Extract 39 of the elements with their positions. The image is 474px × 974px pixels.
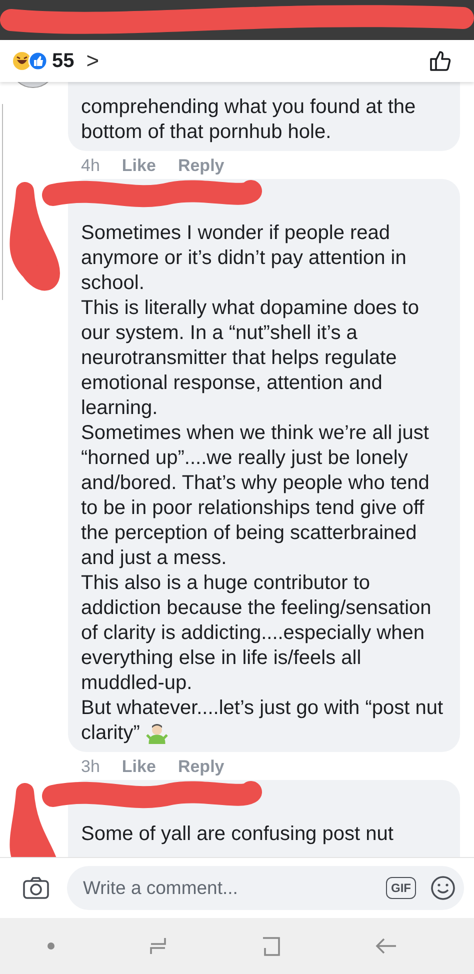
comment-text: anymore or it’s didn’t pay attention in: [81, 246, 406, 271]
like-reaction-icon: [28, 51, 48, 71]
comment-text: and/bored. That’s why people who tend: [81, 471, 430, 496]
comment-text: Some of yall are confusing post nut: [81, 822, 394, 847]
comment-text: clarity”: [81, 721, 140, 746]
comment-text: bottom of that pornhub hole.: [81, 120, 332, 145]
chevron-icon[interactable]: >: [86, 48, 100, 74]
comment-time: 3h: [81, 757, 100, 777]
dot-icon[interactable]: [46, 942, 54, 950]
comment-text: Sometimes I wonder if people read: [81, 221, 390, 246]
comment-text: addiction because the feeling/sensation: [81, 596, 432, 621]
comment-text: school.: [81, 271, 144, 296]
comment-input-field[interactable]: Write a comment... GIF: [67, 866, 464, 910]
comment-text: This is literally what dopamine does to: [81, 296, 419, 321]
comment-text: emotional response, attention and: [81, 371, 382, 396]
back-icon[interactable]: [374, 936, 398, 956]
shrugging-person-icon: [146, 723, 168, 744]
comment-text: our system. In a “nut”shell it’s a: [81, 321, 358, 346]
comment-text: This also is a huge contributor to: [81, 571, 370, 596]
comment-text: neurotransmitter that helps regulate: [81, 346, 397, 371]
gif-button[interactable]: GIF: [386, 877, 416, 899]
camera-icon[interactable]: [22, 875, 50, 901]
reaction-count[interactable]: 55: [52, 50, 74, 72]
comment-text: Sometimes when we think we’re all just: [81, 421, 429, 446]
comment-time: 4h: [81, 156, 100, 176]
comment-text: learning.: [81, 396, 158, 421]
emoji-icon[interactable]: [430, 875, 456, 901]
recent-apps-icon[interactable]: [148, 935, 168, 957]
comment-text: to be in poor relationships tend give off: [81, 496, 424, 521]
comment-text: comprehending what you found at the: [81, 95, 416, 120]
comment-text: everything else in life is/feels all: [81, 646, 362, 671]
comment-text: of clarity is addicting....especially when: [81, 621, 424, 646]
comment-text: But whatever....let’s just go with “post nut: [81, 696, 444, 721]
comment-text: muddled-up.: [81, 671, 192, 696]
laughing-emoji-icon: [12, 51, 32, 71]
comment-text: the perception of being scatterbrained: [81, 521, 417, 546]
home-button-icon[interactable]: [260, 936, 280, 956]
comment-text: and just a mess.: [81, 546, 227, 571]
comment-text: “horned up”....we really just be lonely: [81, 446, 408, 471]
